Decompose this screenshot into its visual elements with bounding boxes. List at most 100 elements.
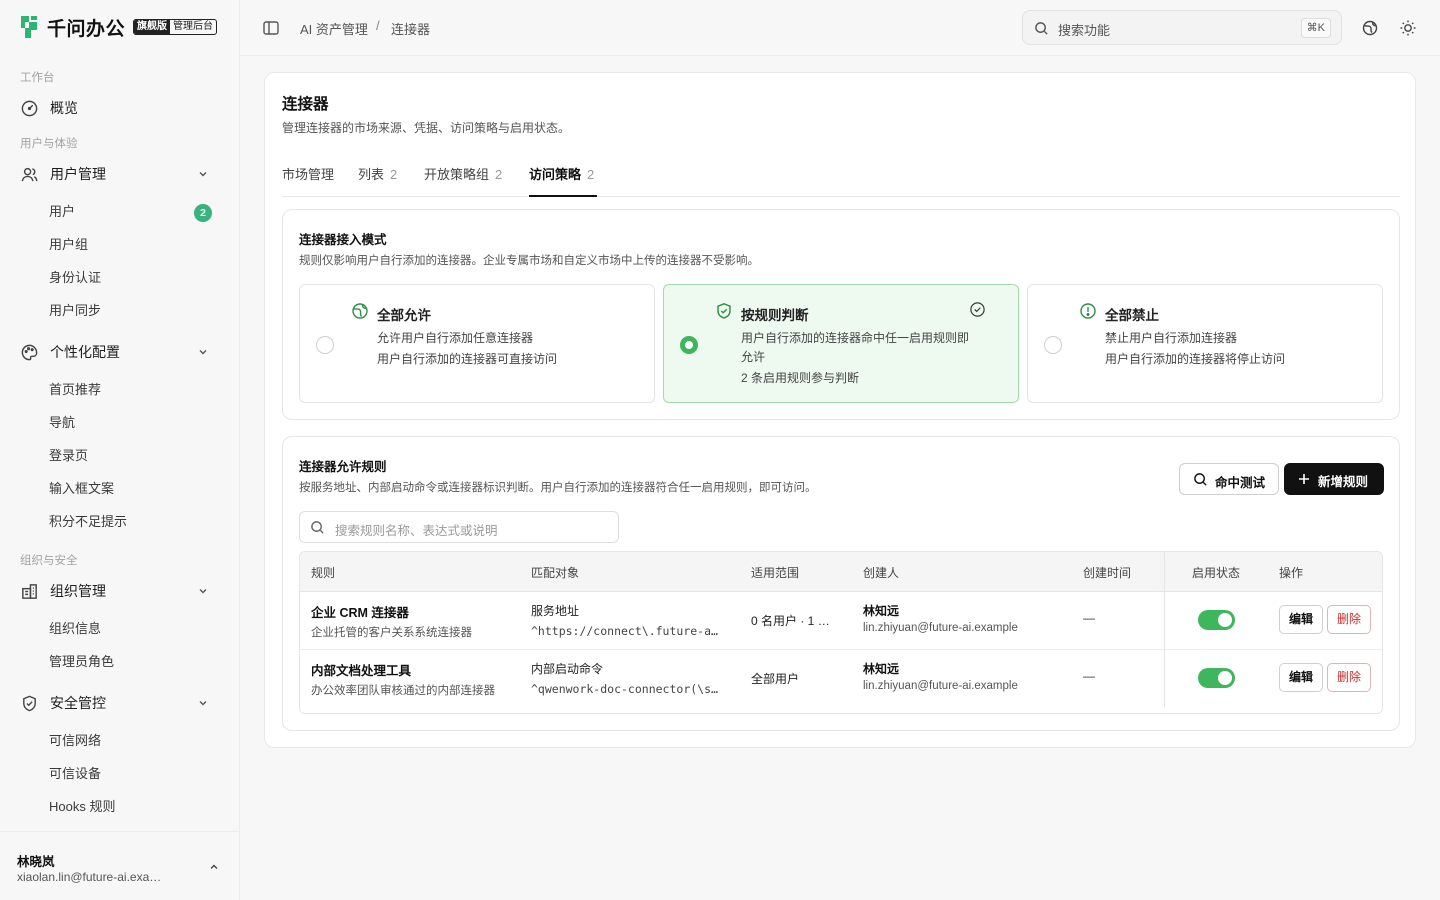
sidebar-item-label: 组织管理: [50, 583, 106, 599]
rule-name: 内部文档处理工具: [311, 664, 412, 678]
sidebar-toggle-icon[interactable]: [262, 19, 280, 37]
search-icon: [311, 521, 324, 534]
rule-scope: 0 名用户 · 1 个用户组: [751, 614, 837, 628]
rule-search-input[interactable]: 搜索规则名称、表达式或说明: [299, 511, 619, 543]
sidebar-item-user-groups[interactable]: 用户组: [49, 235, 88, 255]
shield-check-icon: [717, 303, 731, 319]
edit-button[interactable]: 编辑: [1279, 605, 1323, 634]
console-label: 管理后台: [173, 21, 214, 32]
chevron-down-icon: [199, 701, 207, 706]
sidebar-group-org-management[interactable]: 组织管理: [10, 574, 220, 608]
tab-count: 2: [495, 167, 503, 182]
sidebar-item-label: 个性化配置: [50, 344, 120, 360]
edit-button[interactable]: 编辑: [1279, 663, 1323, 692]
created-time: —: [1083, 669, 1095, 683]
sidebar-item-identity-auth[interactable]: 身份认证: [49, 268, 101, 288]
sidebar-item-admin-roles[interactable]: 管理员角色: [49, 652, 114, 672]
mode-option-allow-all[interactable]: 全部允许 允许用户自行添加任意连接器 用户自行添加的连接器可直接访问: [299, 284, 655, 403]
tab-label: 访问策略: [529, 167, 582, 182]
users-icon: [21, 167, 38, 181]
mode-desc: 禁止用户自行添加连接器: [1105, 331, 1238, 345]
sidebar: 千问办公 旗舰版 管理后台 工作台 概览 用户与体验 用户管理 用户 2 用户组…: [0, 0, 240, 900]
sidebar-item-navigation[interactable]: 导航: [49, 413, 75, 433]
mode-desc: 2 条启用规则参与判断: [741, 371, 860, 385]
brand-logo[interactable]: 千问办公 旗舰版 管理后台: [17, 13, 218, 41]
sidebar-item-trusted-device[interactable]: 可信设备: [49, 764, 101, 784]
tab-access-policy[interactable]: 访问策略 2: [529, 164, 597, 197]
toggle-knob: [1218, 613, 1232, 627]
breadcrumb-ai-assets[interactable]: AI 资产管理: [300, 19, 368, 38]
mode-option-deny-all[interactable]: 全部禁止 禁止用户自行添加连接器 用户自行添加的连接器将停止访问: [1027, 284, 1383, 403]
tab-list[interactable]: 列表 2: [358, 164, 397, 197]
sidebar-item-credits-tip[interactable]: 积分不足提示: [49, 512, 127, 532]
enable-toggle[interactable]: [1198, 610, 1235, 630]
user-name: 林晓岚: [17, 855, 55, 869]
rule-name: 企业 CRM 连接器: [311, 606, 409, 620]
sidebar-item-login-page[interactable]: 登录页: [49, 446, 88, 466]
chevron-down-icon: [199, 172, 207, 177]
sun-theme-icon[interactable]: [1399, 19, 1417, 37]
global-search-input[interactable]: 搜索功能 ⌘K: [1022, 10, 1342, 45]
breadcrumb-connectors: 连接器: [391, 22, 431, 37]
sidebar-item-label: 安全管控: [50, 695, 106, 711]
sidebar-group-security[interactable]: 安全管控: [10, 686, 220, 720]
section-label-user-experience: 用户与体验: [20, 138, 78, 150]
creator-email: lin.zhiyuan@future-ai.example: [863, 680, 1018, 692]
tab-open-policy-groups[interactable]: 开放策略组 2: [424, 164, 502, 197]
sidebar-item-label: 概览: [50, 100, 78, 116]
search-placeholder: 搜索规则名称、表达式或说明: [335, 524, 498, 538]
delete-button[interactable]: 删除: [1327, 605, 1371, 634]
mode-desc: 用户自行添加的连接器可直接访问: [377, 352, 558, 366]
sidebar-item-label: 用户管理: [50, 166, 106, 182]
add-rule-button[interactable]: 新增规则: [1284, 463, 1384, 495]
search-icon: [1035, 22, 1048, 35]
users-count-badge: 2: [194, 204, 212, 222]
section-label-workspace: 工作台: [20, 72, 55, 84]
mode-title: 全部禁止: [1105, 308, 1159, 323]
button-label: 新增规则: [1318, 475, 1369, 489]
sidebar-item-hooks-rules[interactable]: Hooks 规则: [49, 797, 115, 817]
delete-button[interactable]: 删除: [1327, 663, 1371, 692]
sidebar-group-user-management[interactable]: 用户管理: [10, 157, 220, 191]
sidebar-item-user-sync[interactable]: 用户同步: [49, 301, 101, 321]
rule-desc: 企业托管的客户关系系统连接器: [311, 627, 472, 639]
globe-language-icon[interactable]: [1361, 19, 1379, 37]
user-email: xiaolan.lin@future-ai.example: [17, 870, 167, 884]
sidebar-item-users[interactable]: 用户: [49, 202, 75, 222]
sidebar-item-overview[interactable]: 概览: [10, 91, 220, 125]
palette-icon: [21, 344, 38, 360]
mode-desc: 用户自行添加的连接器将停止访问: [1105, 352, 1286, 366]
page-subtitle: 管理连接器的市场来源、凭据、访问策略与启用状态。: [282, 121, 571, 135]
column-header-created: 创建时间: [1083, 566, 1132, 580]
tab-label: 列表: [358, 167, 385, 182]
tab-label: 开放策略组: [424, 167, 490, 182]
created-time: —: [1083, 611, 1095, 625]
radio-allow-all[interactable]: [316, 336, 334, 354]
user-profile-menu[interactable]: 林晓岚 xiaolan.lin@future-ai.example: [0, 831, 240, 900]
check-circle-icon: [970, 302, 985, 317]
sticky-column-divider: [1164, 552, 1165, 707]
match-type: 服务地址: [531, 604, 580, 618]
shield-check-icon: [23, 695, 36, 711]
allow-rules-panel: 连接器允许规则 按服务地址、内部启动命令或连接器标识判断。用户自行添加的连接器符…: [282, 436, 1400, 731]
sidebar-item-home-recommend[interactable]: 首页推荐: [49, 380, 101, 400]
creator-name: 林知远: [863, 604, 900, 618]
sidebar-item-trusted-network[interactable]: 可信网络: [49, 731, 101, 751]
rules-subtitle: 按服务地址、内部启动命令或连接器标识判断。用户自行添加的连接器符合任一启用规则，…: [299, 482, 817, 494]
rule-scope: 全部用户: [751, 672, 800, 686]
enable-toggle[interactable]: [1198, 668, 1235, 688]
sidebar-item-input-copy[interactable]: 输入框文案: [49, 479, 114, 499]
sidebar-group-personalization[interactable]: 个性化配置: [10, 335, 220, 369]
tab-count: 2: [390, 167, 398, 182]
plus-icon: [1299, 474, 1309, 484]
mode-option-by-rules[interactable]: 按规则判断 用户自行添加的连接器命中任一启用规则即允许 2 条启用规则参与判断: [663, 284, 1019, 403]
radio-by-rules[interactable]: [680, 336, 698, 354]
match-expression: ^qwenwork-doc-connector(\s|$): [531, 682, 723, 696]
tab-market-management[interactable]: 市场管理: [282, 164, 334, 197]
hit-test-button[interactable]: 命中测试: [1179, 463, 1279, 495]
tab-count: 2: [587, 167, 595, 182]
radio-deny-all[interactable]: [1044, 336, 1062, 354]
alert-circle-icon: [1080, 303, 1096, 319]
sidebar-item-org-info[interactable]: 组织信息: [49, 619, 101, 639]
mode-title: 按规则判断: [741, 308, 809, 323]
